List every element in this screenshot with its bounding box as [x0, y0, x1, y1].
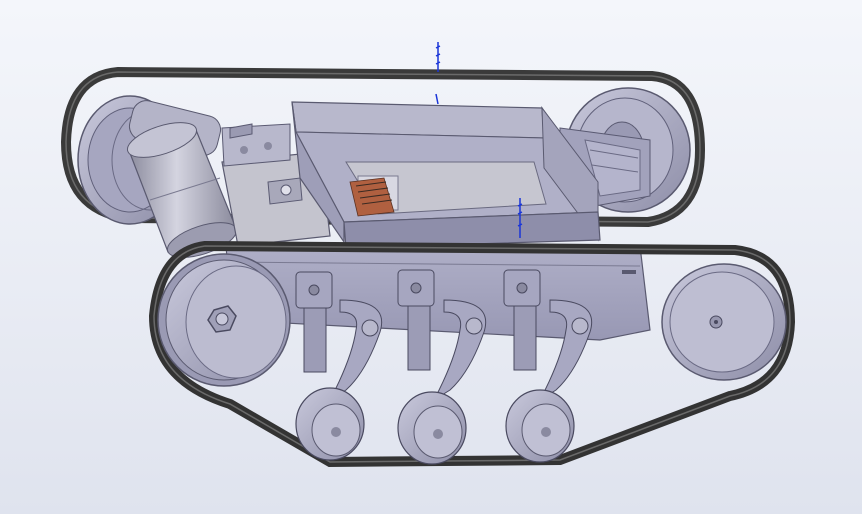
drive-sprocket-wheel: [157, 253, 291, 387]
front-idler-wheel: [661, 263, 787, 381]
tank-chassis-model[interactable]: [0, 0, 862, 514]
cad-viewport[interactable]: [0, 0, 862, 514]
electronics-enclosure: [291, 101, 601, 249]
drive-motor: [126, 100, 238, 258]
